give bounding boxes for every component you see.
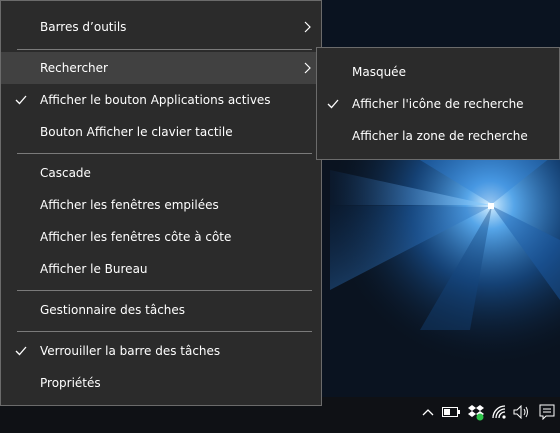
- submenu-item-show-search-box[interactable]: Afficher la zone de recherche: [317, 120, 559, 152]
- menu-item-label: Cascade: [40, 166, 91, 180]
- menu-item-task-manager[interactable]: Gestionnaire des tâches: [1, 294, 321, 326]
- submenu-item-show-search-icon[interactable]: Afficher l'icône de recherche: [317, 88, 559, 120]
- checkmark-icon: [327, 99, 339, 109]
- menu-item-label: Bouton Afficher le clavier tactile: [40, 125, 233, 139]
- submenu-item-label: Masquée: [352, 65, 406, 79]
- taskbar-context-menu: Barres d’outils Rechercher Afficher le b…: [0, 0, 322, 406]
- menu-item-touch-keyboard-button[interactable]: Bouton Afficher le clavier tactile: [1, 116, 321, 148]
- battery-icon[interactable]: [441, 401, 461, 423]
- menu-separator: [17, 331, 312, 332]
- show-hidden-icons-chevron-up-icon[interactable]: [418, 401, 438, 423]
- menu-item-cascade[interactable]: Cascade: [1, 157, 321, 189]
- dropbox-icon[interactable]: [466, 401, 486, 423]
- chevron-right-icon: [304, 62, 311, 74]
- menu-item-label: Afficher le bouton Applications actives: [40, 93, 271, 107]
- menu-item-label: Afficher le Bureau: [40, 262, 148, 276]
- checkmark-icon: [15, 346, 27, 356]
- menu-item-label: Verrouiller la barre des tâches: [40, 344, 221, 358]
- menu-item-properties[interactable]: Propriétés: [1, 367, 321, 399]
- search-submenu: Masquée Afficher l'icône de recherche Af…: [316, 47, 560, 160]
- chevron-right-icon: [304, 21, 311, 33]
- checkmark-icon: [15, 95, 27, 105]
- menu-separator: [17, 49, 312, 50]
- menu-item-label: Gestionnaire des tâches: [40, 303, 186, 317]
- action-center-icon[interactable]: [537, 401, 557, 423]
- menu-item-label: Propriétés: [40, 376, 101, 390]
- menu-item-side-by-side-windows[interactable]: Afficher les fenêtres côte à côte: [1, 221, 321, 253]
- wifi-icon[interactable]: [490, 401, 510, 423]
- menu-item-label: Afficher les fenêtres empilées: [40, 198, 219, 212]
- menu-item-label: Barres d’outils: [40, 20, 127, 34]
- menu-item-label: Afficher les fenêtres côte à côte: [40, 230, 232, 244]
- menu-separator: [17, 290, 312, 291]
- menu-item-show-desktop[interactable]: Afficher le Bureau: [1, 253, 321, 285]
- menu-item-stacked-windows[interactable]: Afficher les fenêtres empilées: [1, 189, 321, 221]
- menu-item-show-task-view-button[interactable]: Afficher le bouton Applications actives: [1, 84, 321, 116]
- menu-item-toolbars[interactable]: Barres d’outils: [1, 11, 321, 43]
- menu-item-search[interactable]: Rechercher: [1, 52, 321, 84]
- menu-item-lock-taskbar[interactable]: Verrouiller la barre des tâches: [1, 335, 321, 367]
- menu-item-label: Rechercher: [40, 61, 108, 75]
- submenu-item-label: Afficher l'icône de recherche: [352, 97, 524, 111]
- submenu-item-label: Afficher la zone de recherche: [352, 129, 528, 143]
- volume-icon[interactable]: [512, 401, 532, 423]
- submenu-item-hidden[interactable]: Masquée: [317, 56, 559, 88]
- menu-separator: [17, 153, 312, 154]
